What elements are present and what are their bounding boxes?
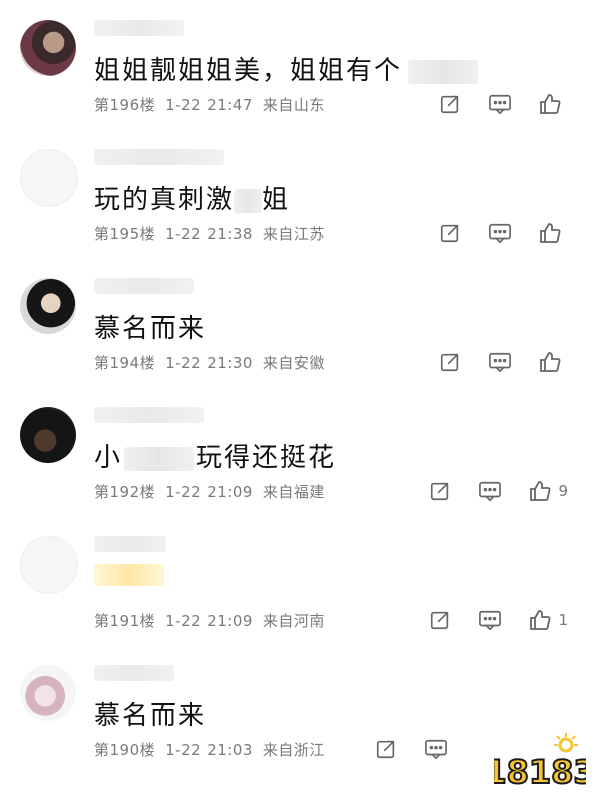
share-icon[interactable] bbox=[428, 479, 452, 503]
avatar[interactable] bbox=[20, 536, 78, 594]
comment-text: 姐姐靓姐姐美，姐姐有个 bbox=[94, 50, 479, 87]
comment-date: 1-22 bbox=[165, 741, 202, 759]
comment-actions bbox=[374, 737, 480, 761]
like-control[interactable]: 9 bbox=[528, 479, 568, 503]
comment-text: 慕名而来 bbox=[94, 308, 206, 345]
floor-number: 第195楼 bbox=[94, 225, 156, 243]
comment-meta: 第195楼 1-22 21:38 来自江苏 bbox=[94, 223, 325, 244]
comment-text-part: 小 bbox=[94, 443, 123, 473]
comment-location: 来自福建 bbox=[262, 483, 325, 501]
comment-text: 慕名而来 bbox=[94, 695, 206, 732]
share-icon[interactable] bbox=[438, 221, 462, 245]
comment-icon[interactable] bbox=[488, 221, 512, 245]
comment-icon[interactable] bbox=[478, 608, 502, 632]
redacted-text bbox=[234, 189, 263, 213]
avatar[interactable] bbox=[20, 149, 78, 207]
share-icon[interactable] bbox=[428, 608, 452, 632]
comment-icon[interactable] bbox=[478, 479, 502, 503]
username-blurred bbox=[94, 536, 166, 552]
like-control[interactable]: 1 bbox=[528, 608, 568, 632]
avatar[interactable] bbox=[20, 407, 76, 463]
floor-number: 第191楼 bbox=[94, 612, 156, 630]
comment-item: 第191楼 1-22 21:09 来自河南 1 bbox=[0, 516, 600, 645]
comment-date: 1-22 bbox=[165, 225, 202, 243]
comment-time: 21:47 bbox=[207, 96, 253, 114]
comment-item: 姐姐靓姐姐美，姐姐有个 第196楼 1-22 21:47 来自山东 bbox=[0, 0, 600, 129]
avatar[interactable] bbox=[20, 20, 76, 76]
share-icon[interactable] bbox=[438, 92, 462, 116]
comment-meta: 第192楼 1-22 21:09 来自福建 bbox=[94, 481, 325, 502]
comment-icon[interactable] bbox=[424, 737, 448, 761]
comment-location: 来自江苏 bbox=[262, 225, 325, 243]
comment-actions bbox=[438, 221, 568, 245]
comment-item: 玩的真刺激姐 第195楼 1-22 21:38 来自江苏 bbox=[0, 129, 600, 258]
like-count: 9 bbox=[558, 482, 568, 500]
floor-number: 第194楼 bbox=[94, 354, 156, 372]
comment-text: 玩的真刺激姐 bbox=[94, 179, 290, 216]
comment-text-part: 玩得还挺花 bbox=[196, 443, 337, 473]
thumbs-up-icon[interactable] bbox=[538, 92, 562, 116]
like-control[interactable] bbox=[538, 92, 568, 116]
comment-date: 1-22 bbox=[165, 483, 202, 501]
comment-location: 来自河南 bbox=[262, 612, 325, 630]
like-control[interactable] bbox=[538, 350, 568, 374]
share-icon[interactable] bbox=[438, 350, 462, 374]
comment-location: 来自山东 bbox=[262, 96, 325, 114]
comment-time: 21:03 bbox=[207, 741, 253, 759]
username-blurred bbox=[94, 407, 204, 423]
comment-text: 小 玩得还挺花 bbox=[94, 437, 336, 474]
avatar[interactable] bbox=[20, 278, 76, 334]
comment-item: 慕名而来 第194楼 1-22 21:30 来自安徽 bbox=[0, 258, 600, 387]
comment-meta: 第190楼 1-22 21:03 来自浙江 bbox=[94, 739, 325, 760]
comment-text-part: 慕名而来 bbox=[94, 701, 207, 731]
comment-meta: 第191楼 1-22 21:09 来自河南 bbox=[94, 610, 325, 631]
avatar[interactable] bbox=[20, 665, 76, 721]
username-blurred bbox=[94, 149, 224, 165]
username-blurred bbox=[94, 665, 174, 681]
like-count: 1 bbox=[558, 611, 568, 629]
floor-number: 第192楼 bbox=[94, 483, 156, 501]
thumbs-up-icon[interactable] bbox=[528, 479, 552, 503]
comment-meta: 第196楼 1-22 21:47 来自山东 bbox=[94, 94, 325, 115]
share-icon[interactable] bbox=[374, 737, 398, 761]
comment-item: 小 玩得还挺花 第192楼 1-22 21:09 来自福建 9 bbox=[0, 387, 600, 516]
comment-icon[interactable] bbox=[488, 350, 512, 374]
watermark-logo: 18183 bbox=[483, 731, 597, 793]
comment-actions: 9 bbox=[428, 479, 568, 503]
comment-date: 1-22 bbox=[165, 612, 202, 630]
thumbs-up-icon[interactable] bbox=[538, 221, 562, 245]
comment-text-part: 姐姐靓姐姐美，姐姐有个 bbox=[94, 56, 403, 86]
comment-date: 1-22 bbox=[165, 96, 202, 114]
comment-location: 来自浙江 bbox=[262, 741, 325, 759]
username-blurred bbox=[94, 278, 194, 294]
thumbs-up-icon[interactable] bbox=[528, 608, 552, 632]
like-control[interactable] bbox=[538, 221, 568, 245]
comment-icon[interactable] bbox=[488, 92, 512, 116]
comment-time: 21:38 bbox=[207, 225, 253, 243]
thumbs-up-icon[interactable] bbox=[538, 350, 562, 374]
username-blurred bbox=[94, 20, 184, 36]
comment-text-part: 玩的真刺激 bbox=[94, 185, 235, 215]
comment-location: 来自安徽 bbox=[262, 354, 325, 372]
comment-actions: 1 bbox=[428, 608, 568, 632]
redacted-content bbox=[94, 564, 164, 586]
floor-number: 第196楼 bbox=[94, 96, 156, 114]
comment-text-part: 姐 bbox=[262, 185, 291, 215]
comment-text-part: 慕名而来 bbox=[94, 314, 207, 344]
comment-date: 1-22 bbox=[165, 354, 202, 372]
comment-actions bbox=[438, 350, 568, 374]
comment-time: 21:30 bbox=[207, 354, 253, 372]
comment-meta: 第194楼 1-22 21:30 来自安徽 bbox=[94, 352, 325, 373]
comment-actions bbox=[438, 92, 568, 116]
redacted-text bbox=[408, 60, 479, 84]
floor-number: 第190楼 bbox=[94, 741, 156, 759]
watermark-text: 18183 bbox=[494, 753, 586, 791]
comment-time: 21:09 bbox=[207, 483, 253, 501]
comment-time: 21:09 bbox=[207, 612, 253, 630]
redacted-text bbox=[124, 447, 195, 471]
